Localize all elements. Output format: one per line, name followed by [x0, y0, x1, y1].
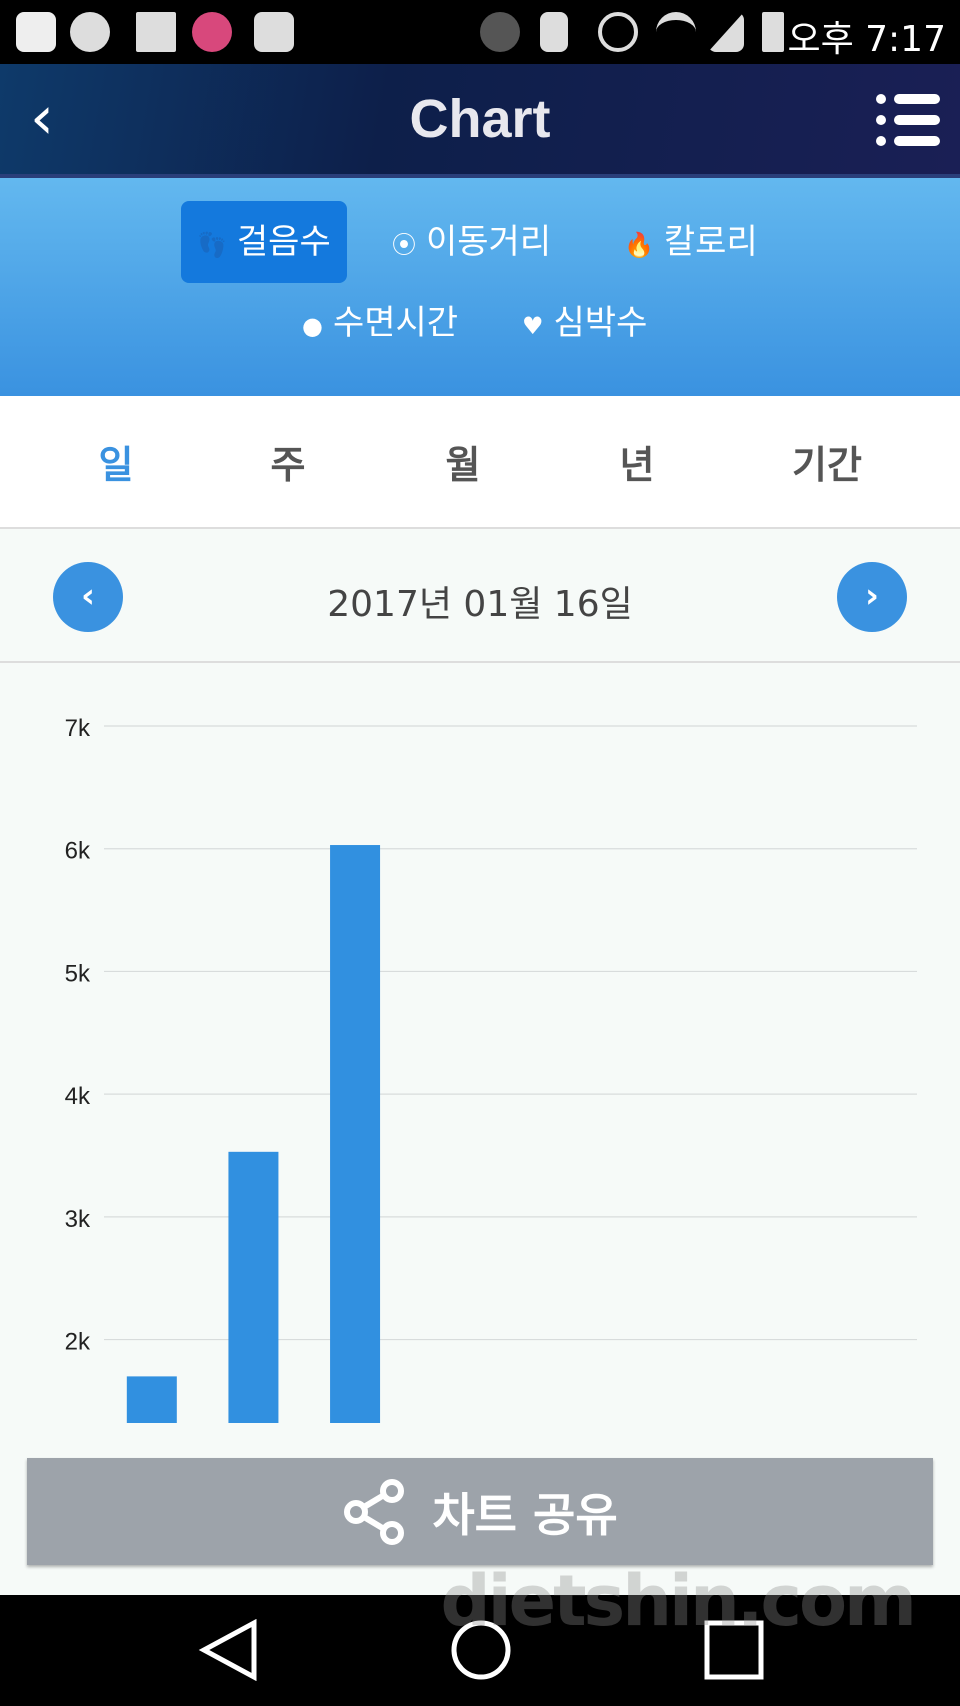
- bar-8시: [126, 1376, 177, 1423]
- footprints-icon: 👣: [197, 231, 227, 259]
- alarm-icon: [598, 12, 638, 52]
- back-nav-button[interactable]: [198, 1619, 260, 1681]
- next-date-button[interactable]: ›: [837, 562, 907, 632]
- tab-range[interactable]: 기간: [792, 434, 862, 489]
- tab-day[interactable]: 일: [99, 434, 134, 489]
- tab-month[interactable]: 월: [446, 434, 481, 489]
- wifi-icon: [656, 12, 696, 52]
- watermark: dietshin.com: [440, 1560, 917, 1642]
- share-chart-button[interactable]: 차트 공유: [27, 1458, 933, 1565]
- page-title: Chart: [409, 89, 551, 149]
- bluetooth-icon: [480, 12, 520, 52]
- image-icon: [136, 12, 176, 52]
- menu-button[interactable]: [876, 94, 940, 146]
- y-tick-label: 3k: [65, 1206, 91, 1233]
- chevron-right-icon: ›: [864, 576, 879, 616]
- category-tabs: 👣 걸음수 ⦿ 이동거리 🔥 칼로리 ● 수면시간 ♥ 심박수: [0, 178, 960, 396]
- tab-calories[interactable]: 🔥 칼로리: [608, 201, 774, 283]
- tab-steps[interactable]: 👣 걸음수: [181, 201, 347, 283]
- y-tick-label: 6k: [65, 838, 91, 865]
- vibrate-icon: [540, 12, 568, 52]
- flame-icon: 🔥: [624, 231, 654, 259]
- status-bar: 오후 7:17: [0, 0, 960, 64]
- bar-10시: [330, 845, 381, 1423]
- y-tick-label: 7k: [65, 715, 91, 742]
- moon-icon: ●: [302, 312, 323, 340]
- tab-distance[interactable]: ⦿ 이동거리: [376, 201, 567, 283]
- record-icon: [70, 12, 110, 52]
- share-label: 차트 공유: [432, 1487, 618, 1542]
- tab-year[interactable]: 년: [620, 434, 655, 489]
- crown-icon: [192, 12, 232, 52]
- tab-week[interactable]: 주: [271, 434, 306, 489]
- app-header: ‹ Chart: [0, 64, 960, 178]
- clock: 오후 7:17: [787, 19, 946, 60]
- battery-icon: [762, 12, 784, 52]
- y-tick-label: 4k: [65, 1083, 91, 1110]
- steps-bar-chart: 01k2k3k4k5k6k7k8시10시12시14시: [65, 715, 917, 1423]
- tab-sleep[interactable]: ● 수면시간: [286, 282, 474, 364]
- current-date: 2017년 01월 16일: [327, 584, 633, 625]
- y-tick-label: 2k: [65, 1329, 91, 1356]
- share-icon: [344, 1478, 405, 1545]
- period-tabs: 일 주 월 년 기간: [0, 396, 960, 529]
- date-navigator: ‹ 2017년 01월 16일 ›: [0, 531, 960, 663]
- info-icon: [254, 12, 294, 52]
- tab-heart-rate[interactable]: ♥ 심박수: [506, 282, 663, 364]
- u-plus-icon: [16, 12, 56, 52]
- y-tick-label: 5k: [65, 960, 91, 987]
- signal-icon: [708, 12, 744, 52]
- heartbeat-icon: ♥: [522, 312, 544, 340]
- bar-9시: [228, 1151, 279, 1423]
- location-route-icon: ⦿: [392, 231, 416, 259]
